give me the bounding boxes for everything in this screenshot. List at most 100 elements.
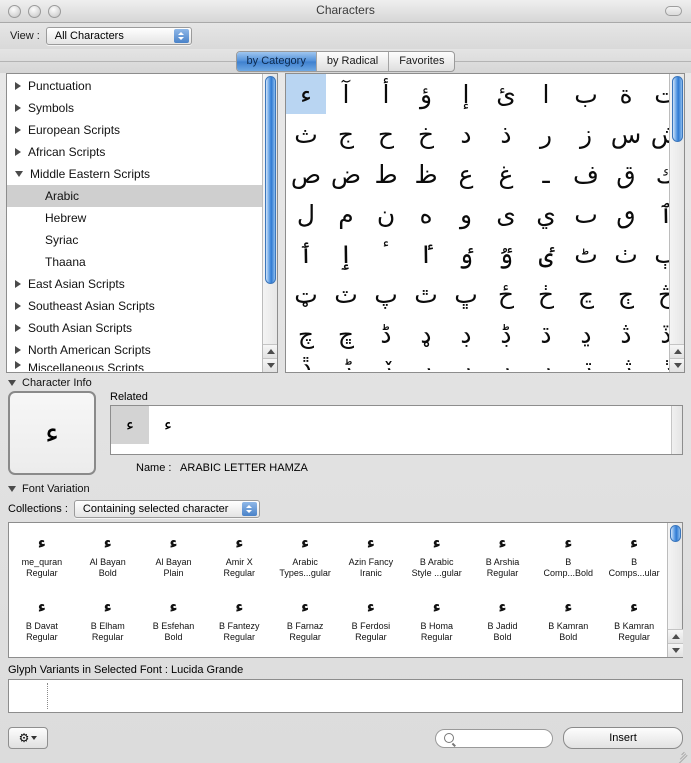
triangle-right-icon[interactable] <box>15 104 21 112</box>
sidebar-item-european-scripts[interactable]: European Scripts <box>7 119 262 141</box>
character-cell[interactable]: ح <box>366 114 406 154</box>
character-cell[interactable]: م <box>326 194 366 234</box>
character-cell[interactable]: ږ <box>526 354 566 370</box>
sidebar-item-syriac[interactable]: Syriac <box>7 229 262 251</box>
font-variation-cell[interactable]: ء Arabic Types...gular <box>272 527 338 591</box>
sidebar-item-punctuation[interactable]: Punctuation <box>7 75 262 97</box>
sidebar-scroll-down-button[interactable] <box>263 358 277 372</box>
character-cell[interactable]: ڎ <box>606 314 646 354</box>
tab-by-radical[interactable]: by Radical <box>317 51 390 71</box>
character-cell[interactable]: ت <box>646 74 669 114</box>
font-variation-cell[interactable]: ء B Comp...Bold <box>535 527 601 591</box>
character-cell[interactable]: ٲ <box>286 234 326 274</box>
font-variation-cell[interactable]: ء B Arabic Style ...gular <box>404 527 470 591</box>
character-cell[interactable]: ة <box>606 74 646 114</box>
character-cell[interactable]: ى <box>486 194 526 234</box>
character-cell[interactable]: ڀ <box>446 274 486 314</box>
search-field[interactable] <box>435 728 553 748</box>
sidebar-item-arabic[interactable]: Arabic <box>7 185 262 207</box>
character-cell[interactable]: ب <box>566 74 606 114</box>
character-cell[interactable]: د <box>446 114 486 154</box>
character-cell[interactable]: څ <box>646 274 669 314</box>
character-cell[interactable]: و <box>446 194 486 234</box>
glyph-variants-box[interactable] <box>8 679 683 713</box>
character-cell[interactable]: ل <box>286 194 326 234</box>
sidebar-scroll-up-button[interactable] <box>263 344 277 358</box>
character-cell[interactable]: ه <box>406 194 446 234</box>
character-cell[interactable]: ڔ <box>446 354 486 370</box>
triangle-right-icon[interactable] <box>15 302 21 310</box>
grid-scroll-down-button[interactable] <box>670 358 684 372</box>
character-cell[interactable]: ط <box>366 154 406 194</box>
character-cell[interactable]: إ <box>446 74 486 114</box>
character-cell[interactable]: ؤ <box>406 74 446 114</box>
character-cell[interactable]: ټ <box>286 274 326 314</box>
character-cell[interactable]: ق <box>606 154 646 194</box>
font-variation-cell[interactable]: ء B Jadid Bold <box>470 591 536 655</box>
character-cell[interactable]: غ <box>486 154 526 194</box>
font-variation-cell[interactable]: ء B Comps...ular <box>601 527 667 591</box>
font-variation-cell[interactable]: ء B Kamran Bold <box>535 591 601 655</box>
character-cell[interactable]: ي <box>526 194 566 234</box>
character-cell[interactable]: ص <box>286 154 326 194</box>
character-cell[interactable]: ڒ <box>366 354 406 370</box>
sidebar-item-east-asian-scripts[interactable]: East Asian Scripts <box>7 273 262 295</box>
resize-grip[interactable] <box>676 749 689 763</box>
character-cell[interactable]: ڐ <box>286 354 326 370</box>
font-variation-cell[interactable]: ء B Esfehan Bold <box>141 591 207 655</box>
character-cell[interactable]: ر <box>526 114 566 154</box>
character-cell[interactable]: ج <box>326 114 366 154</box>
character-cell[interactable]: ڑ <box>326 354 366 370</box>
triangle-right-icon[interactable] <box>15 82 21 90</box>
font-variation-cell[interactable]: ء Al Bayan Plain <box>141 527 207 591</box>
character-cell[interactable]: ڗ <box>566 354 606 370</box>
character-cell[interactable]: ڙ <box>646 354 669 370</box>
collections-popup-button[interactable]: Containing selected character <box>73 500 260 518</box>
view-popup-button[interactable]: All Characters <box>45 27 192 45</box>
font-variation-cell[interactable]: ء B Arshia Regular <box>470 527 536 591</box>
triangle-right-icon[interactable] <box>15 361 21 369</box>
character-grid[interactable]: ءآأؤإئابةت ثجحخدذرزسش صضطظعغـفقك لمنهوىيٮٯٱ… <box>286 74 669 370</box>
related-box[interactable]: ءﺀ <box>110 405 683 455</box>
character-cell[interactable]: ٹ <box>566 234 606 274</box>
character-cell[interactable]: ٿ <box>406 274 446 314</box>
triangle-right-icon[interactable] <box>15 148 21 156</box>
character-cell[interactable]: ڂ <box>526 274 566 314</box>
font-variation-cell[interactable]: ء me_quran Regular <box>9 527 75 591</box>
character-cell[interactable]: ڇ <box>326 314 366 354</box>
grid-scroll-up-button[interactable] <box>670 344 684 358</box>
character-cell[interactable]: ز <box>566 114 606 154</box>
sidebar-item-symbols[interactable]: Symbols <box>7 97 262 119</box>
sidebar-item-thaana[interactable]: Thaana <box>7 251 262 273</box>
font-variation-cell[interactable]: ء B Ferdosi Regular <box>338 591 404 655</box>
sidebar-scrollbar-thumb[interactable] <box>265 76 276 284</box>
tab-favorites[interactable]: Favorites <box>389 52 454 71</box>
font-variation-grid[interactable]: ء me_quran Regular ء Al Bayan Bold ء Al Bayan Pl… <box>9 527 667 655</box>
character-cell[interactable]: پ <box>366 274 406 314</box>
character-cell[interactable]: ك <box>646 154 669 194</box>
font-variation-cell[interactable]: ء Azin Fancy Iranic <box>338 527 404 591</box>
character-cell[interactable]: ٽ <box>326 274 366 314</box>
font-variation-cell[interactable]: ء B Kamran Regular <box>601 591 667 655</box>
character-cell[interactable]: ٳ <box>326 234 366 274</box>
font-variation-cell[interactable]: ء B Fantezy Regular <box>206 591 272 655</box>
character-cell[interactable]: س <box>606 114 646 154</box>
triangle-right-icon[interactable] <box>15 346 21 354</box>
insert-button[interactable]: Insert <box>563 727 683 749</box>
character-cell[interactable]: ن <box>366 194 406 234</box>
character-cell[interactable]: ړ <box>406 354 446 370</box>
triangle-right-icon[interactable] <box>15 280 21 288</box>
font-variation-cell[interactable]: ء Amir X Regular <box>206 527 272 591</box>
character-cell[interactable]: ٵ <box>406 234 446 274</box>
character-cell[interactable]: ء <box>286 74 326 114</box>
character-cell[interactable]: ع <box>446 154 486 194</box>
character-cell[interactable]: ٻ <box>646 234 669 274</box>
character-cell[interactable]: ٸ <box>526 234 566 274</box>
toolbar-toggle-button[interactable] <box>665 6 682 16</box>
character-cell[interactable]: ٯ <box>606 194 646 234</box>
font-variation-disclosure[interactable]: Font Variation <box>0 475 691 497</box>
font-variation-scrollbar[interactable] <box>667 523 683 657</box>
character-cell[interactable]: ظ <box>406 154 446 194</box>
related-scrollbar[interactable] <box>671 406 682 454</box>
font-variation-cell[interactable]: ء Al Bayan Bold <box>75 527 141 591</box>
